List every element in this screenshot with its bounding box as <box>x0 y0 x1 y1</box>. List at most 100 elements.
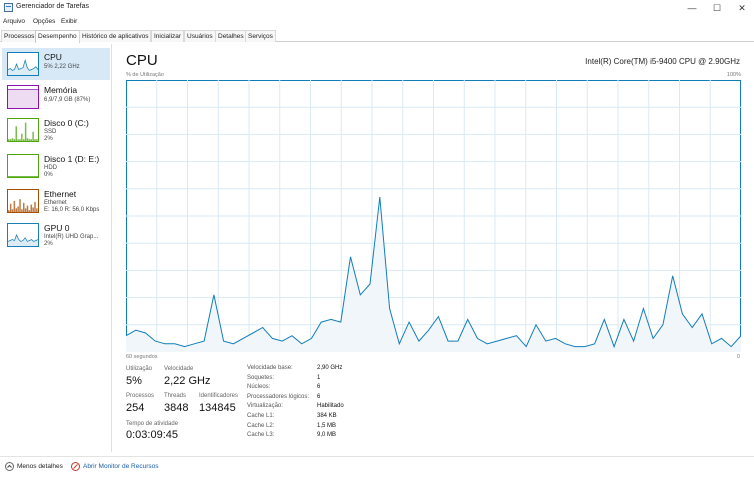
menu-arquivo[interactable]: Arquivo <box>3 18 25 25</box>
menu-opcoes[interactable]: Opções <box>33 18 55 25</box>
spec-value: 384 KB <box>317 412 337 419</box>
disk-0-thumbnail-graph <box>7 118 39 142</box>
tab-bar: Processos Desempenho Histórico de aplica… <box>0 30 754 43</box>
spec-key: Soquetes: <box>247 374 275 381</box>
stat-value: 134845 <box>199 402 236 414</box>
stat-velocidade: Velocidade 2,22 GHz <box>164 366 210 387</box>
cpu-utilization-graph <box>126 80 741 352</box>
spec-row: Virtualização: Habilitado <box>247 402 344 412</box>
spec-key: Processadores lógicos: <box>247 393 310 400</box>
stat-value: 254 <box>126 402 145 414</box>
spec-key: Velocidade base: <box>247 365 293 371</box>
stat-value: 2,22 GHz <box>164 375 211 387</box>
sidebar-item-detail: 2% <box>44 136 53 142</box>
footer-bar: Menos detalhes Abrir Monitor de Recursos <box>0 456 754 480</box>
sidebar-item-detail: Ethernet <box>44 200 67 206</box>
close-button[interactable]: ✕ <box>731 0 753 16</box>
chevron-up-icon[interactable] <box>5 462 14 471</box>
sidebar: CPU 5% 2,22 GHz Memória 6,9/7,9 GB (87%)… <box>0 44 112 452</box>
resource-monitor-link[interactable]: Abrir Monitor de Recursos <box>83 463 159 470</box>
spec-value: Habilitado <box>317 403 344 410</box>
resource-monitor-icon[interactable] <box>71 462 80 471</box>
spec-value: 1 <box>317 374 321 381</box>
spec-key: Virtualização: <box>247 403 283 410</box>
spec-key: Cache L1: <box>247 412 275 419</box>
spec-row: Processadores lógicos: 6 <box>247 393 344 403</box>
sidebar-item-disco-1[interactable]: Disco 1 (D: E:) HDD 0% <box>2 150 110 182</box>
stat-label: Processos <box>126 393 155 399</box>
task-manager-icon <box>4 3 13 12</box>
stat-label: Tempo de atividade <box>126 421 179 427</box>
sidebar-item-label: Ethernet <box>44 189 77 199</box>
cpu-model: Intel(R) Core(TM) i5-9400 CPU @ 2.90GHz <box>585 57 740 66</box>
ethernet-thumbnail-graph <box>7 189 39 213</box>
page-title: CPU <box>126 52 158 69</box>
graph-min-label: 0 <box>737 354 741 360</box>
spec-row: Velocidade base: 2,90 GHz <box>247 364 344 374</box>
stat-value: 5% <box>126 375 142 387</box>
tab-desempenho[interactable]: Desempenho <box>35 30 80 43</box>
spec-row: Núcleos: 6 <box>247 383 344 393</box>
menu-bar: Arquivo Opções Exibir <box>0 17 754 28</box>
window-title: Gerenciador de Tarefas <box>16 3 90 10</box>
stat-value: 3848 <box>164 402 189 414</box>
sidebar-item-disco-0[interactable]: Disco 0 (C:) SSD 2% <box>2 114 110 146</box>
tab-servicos[interactable]: Serviços <box>245 30 276 42</box>
tab-processos[interactable]: Processos <box>1 30 38 42</box>
spec-key: Núcleos: <box>247 384 271 391</box>
spec-value: 9,0 MB <box>317 432 337 439</box>
sidebar-item-detail: HDD <box>44 165 57 171</box>
sidebar-item-cpu[interactable]: CPU 5% 2,22 GHz <box>2 48 110 80</box>
sidebar-item-label: Disco 0 (C:) <box>44 118 89 128</box>
spec-row: Cache L2: 1,5 MB <box>247 422 344 432</box>
sidebar-item-memoria[interactable]: Memória 6,9/7,9 GB (87%) <box>2 81 110 113</box>
stat-identificadores: Identificadores 134845 <box>199 393 238 414</box>
sidebar-item-label: GPU 0 <box>44 223 70 233</box>
minimize-button[interactable]: — <box>681 0 703 16</box>
sidebar-item-detail: 0% <box>44 172 53 178</box>
tab-detalhes[interactable]: Detalhes <box>215 30 247 42</box>
sidebar-item-ethernet[interactable]: Ethernet Ethernet E: 16,0 R: 56,0 Kbps <box>2 185 110 217</box>
spec-value: 1,5 MB <box>317 422 337 429</box>
menu-exibir[interactable]: Exibir <box>61 18 77 25</box>
less-details-link[interactable]: Menos detalhes <box>17 463 63 470</box>
stat-value: 0:03:09:45 <box>126 429 178 441</box>
memory-thumbnail-graph <box>7 85 39 109</box>
stat-threads: Threads 3848 <box>164 393 188 414</box>
stat-label: Identificadores <box>199 393 239 399</box>
spec-row: Cache L1: 384 KB <box>247 412 344 422</box>
stat-processos: Processos 254 <box>126 393 154 414</box>
spec-key: Cache L2: <box>247 422 275 429</box>
sidebar-item-gpu[interactable]: GPU 0 Intel(R) UHD Grap... 2% <box>2 219 110 251</box>
sidebar-item-detail: Intel(R) UHD Grap... <box>44 234 99 240</box>
spec-row: Cache L3: 9,0 MB <box>247 431 344 441</box>
spec-value: 6 <box>317 384 321 391</box>
gpu-thumbnail-graph <box>7 223 39 247</box>
spec-value: 6 <box>317 393 321 400</box>
tab-usuarios[interactable]: Usuários <box>184 30 216 42</box>
sidebar-item-label: Disco 1 (D: E:) <box>44 154 100 164</box>
sidebar-item-detail: 6,9/7,9 GB (87%) <box>44 97 91 103</box>
graph-y-label: % de Utilização <box>126 72 164 78</box>
graph-time-label: 60 segundos <box>126 354 158 360</box>
sidebar-item-label: CPU <box>44 52 62 62</box>
tab-historico[interactable]: Histórico de aplicativos <box>79 30 152 42</box>
spec-value: 2,90 GHz <box>317 365 343 371</box>
maximize-button[interactable]: ☐ <box>706 0 728 16</box>
sidebar-item-detail: SSD <box>44 129 57 135</box>
cpu-specs: Velocidade base: 2,90 GHz Soquetes: 1 Núcl… <box>247 364 344 441</box>
spec-row: Soquetes: 1 <box>247 374 344 384</box>
sidebar-item-detail: 5% 2,22 GHz <box>44 64 80 70</box>
sidebar-item-detail: 2% <box>44 241 53 247</box>
stat-tempo-atividade: Tempo de atividade 0:03:09:45 <box>126 421 178 441</box>
stat-label: Threads <box>164 393 187 399</box>
stat-utilizacao: Utilização 5% <box>126 366 152 387</box>
stat-label: Velocidade <box>164 366 194 372</box>
graph-max-label: 100% <box>726 72 741 78</box>
disk-1-thumbnail-graph <box>7 154 39 178</box>
sidebar-item-label: Memória <box>44 85 78 95</box>
cpu-thumbnail-graph <box>7 52 39 76</box>
sidebar-item-detail: E: 16,0 R: 56,0 Kbps <box>44 207 100 213</box>
tab-inicializar[interactable]: Inicializar <box>151 30 185 42</box>
title-bar: Gerenciador de Tarefas — ☐ ✕ <box>0 0 754 16</box>
